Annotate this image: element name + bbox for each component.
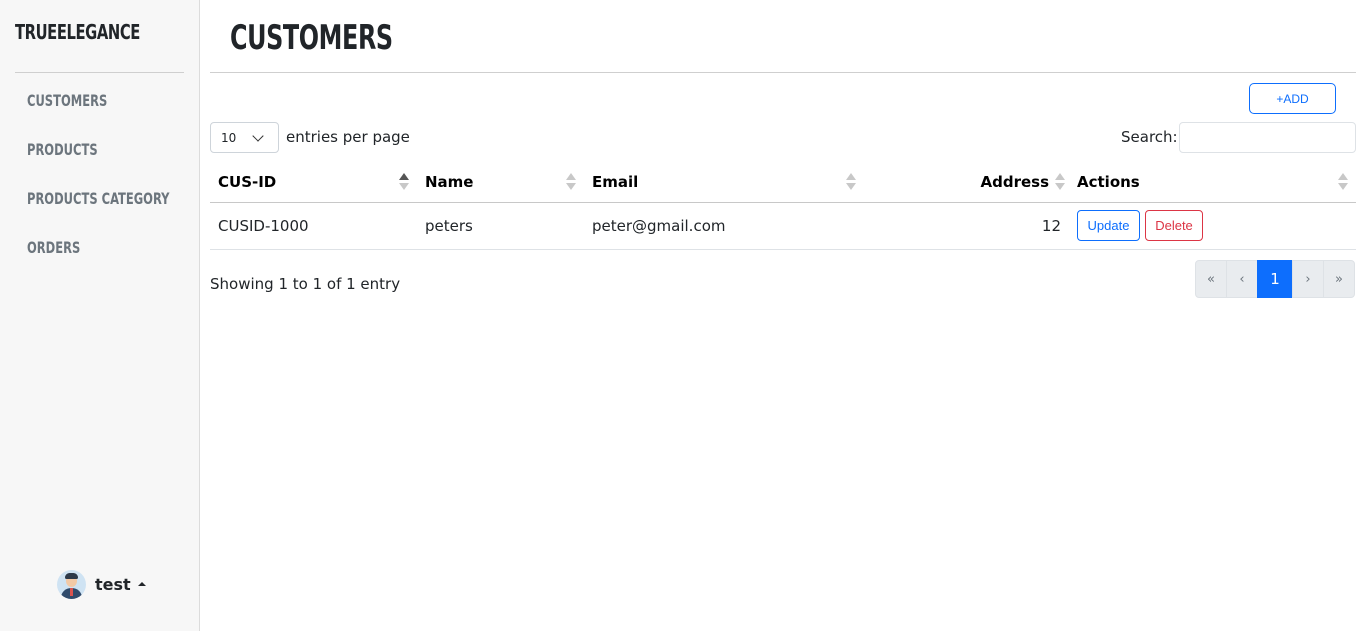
sidebar-item-customers[interactable]: CUSTOMERS: [27, 90, 169, 139]
page-title: CUSTOMERS: [230, 18, 393, 58]
pagination: « ‹ 1 › »: [1195, 260, 1355, 298]
brand-logo[interactable]: TRUEELEGANCE: [15, 20, 140, 44]
sidebar-item-products[interactable]: PRODUCTS: [27, 139, 169, 188]
sidebar-nav: CUSTOMERS PRODUCTS PRODUCTS CATEGORY ORD…: [27, 90, 205, 286]
entries-per-page-value: 10: [221, 130, 237, 145]
sort-ascending-icon: [399, 173, 409, 191]
column-header-address[interactable]: Address: [864, 162, 1069, 203]
column-header-email[interactable]: Email: [584, 162, 864, 203]
user-menu[interactable]: test: [57, 570, 146, 599]
sidebar-item-orders[interactable]: ORDERS: [27, 237, 169, 286]
previous-page-button[interactable]: ‹: [1226, 260, 1258, 298]
search-input[interactable]: [1179, 122, 1356, 153]
caret-up-icon: [137, 581, 146, 586]
column-header-label: CUS-ID: [218, 172, 277, 191]
cell-actions: Update Delete: [1069, 202, 1356, 250]
sort-icon: [1338, 173, 1348, 191]
cell-name: peters: [417, 202, 584, 250]
entries-per-page-select[interactable]: 10: [210, 122, 279, 153]
sidebar: TRUEELEGANCE CUSTOMERS PRODUCTS PRODUCTS…: [0, 0, 200, 631]
cell-email: peter@gmail.com: [584, 202, 864, 250]
next-page-button[interactable]: ›: [1292, 260, 1324, 298]
sidebar-divider: [15, 72, 184, 73]
entries-per-page-label: entries per page: [286, 128, 410, 146]
column-header-label: Actions: [1077, 172, 1140, 191]
add-customer-button[interactable]: +ADD: [1249, 83, 1336, 114]
chevron-down-icon: [252, 130, 264, 142]
column-header-label: Email: [592, 172, 639, 191]
search-label: Search:: [1121, 128, 1178, 146]
column-header-name[interactable]: Name: [417, 162, 584, 203]
main-content: CUSTOMERS +ADD 10 entries per page Searc…: [210, 0, 1356, 631]
last-page-button[interactable]: »: [1323, 260, 1355, 298]
page-1-button[interactable]: 1: [1257, 260, 1293, 298]
table-row: CUSID-1000 peters peter@gmail.com 12 Upd…: [210, 202, 1356, 250]
title-divider: [210, 72, 1356, 73]
delete-button[interactable]: Delete: [1145, 210, 1203, 241]
column-header-label: Name: [425, 172, 474, 191]
column-header-cus-id[interactable]: CUS-ID: [210, 162, 417, 203]
sort-icon: [566, 173, 576, 191]
cell-address: 12: [864, 202, 1069, 250]
column-header-actions[interactable]: Actions: [1069, 162, 1356, 203]
column-header-label: Address: [980, 172, 1049, 191]
cell-cus-id: CUSID-1000: [210, 202, 417, 250]
update-button[interactable]: Update: [1077, 210, 1140, 241]
first-page-button[interactable]: «: [1195, 260, 1227, 298]
user-avatar-icon: [57, 570, 86, 599]
sort-icon: [1055, 173, 1065, 191]
user-name: test: [95, 575, 131, 594]
sort-icon: [846, 173, 856, 191]
sidebar-item-products-category[interactable]: PRODUCTS CATEGORY: [27, 188, 169, 237]
customers-table: CUS-ID Name Email Address Actions CUSID-…: [210, 162, 1356, 250]
table-info: Showing 1 to 1 of 1 entry: [210, 275, 401, 293]
